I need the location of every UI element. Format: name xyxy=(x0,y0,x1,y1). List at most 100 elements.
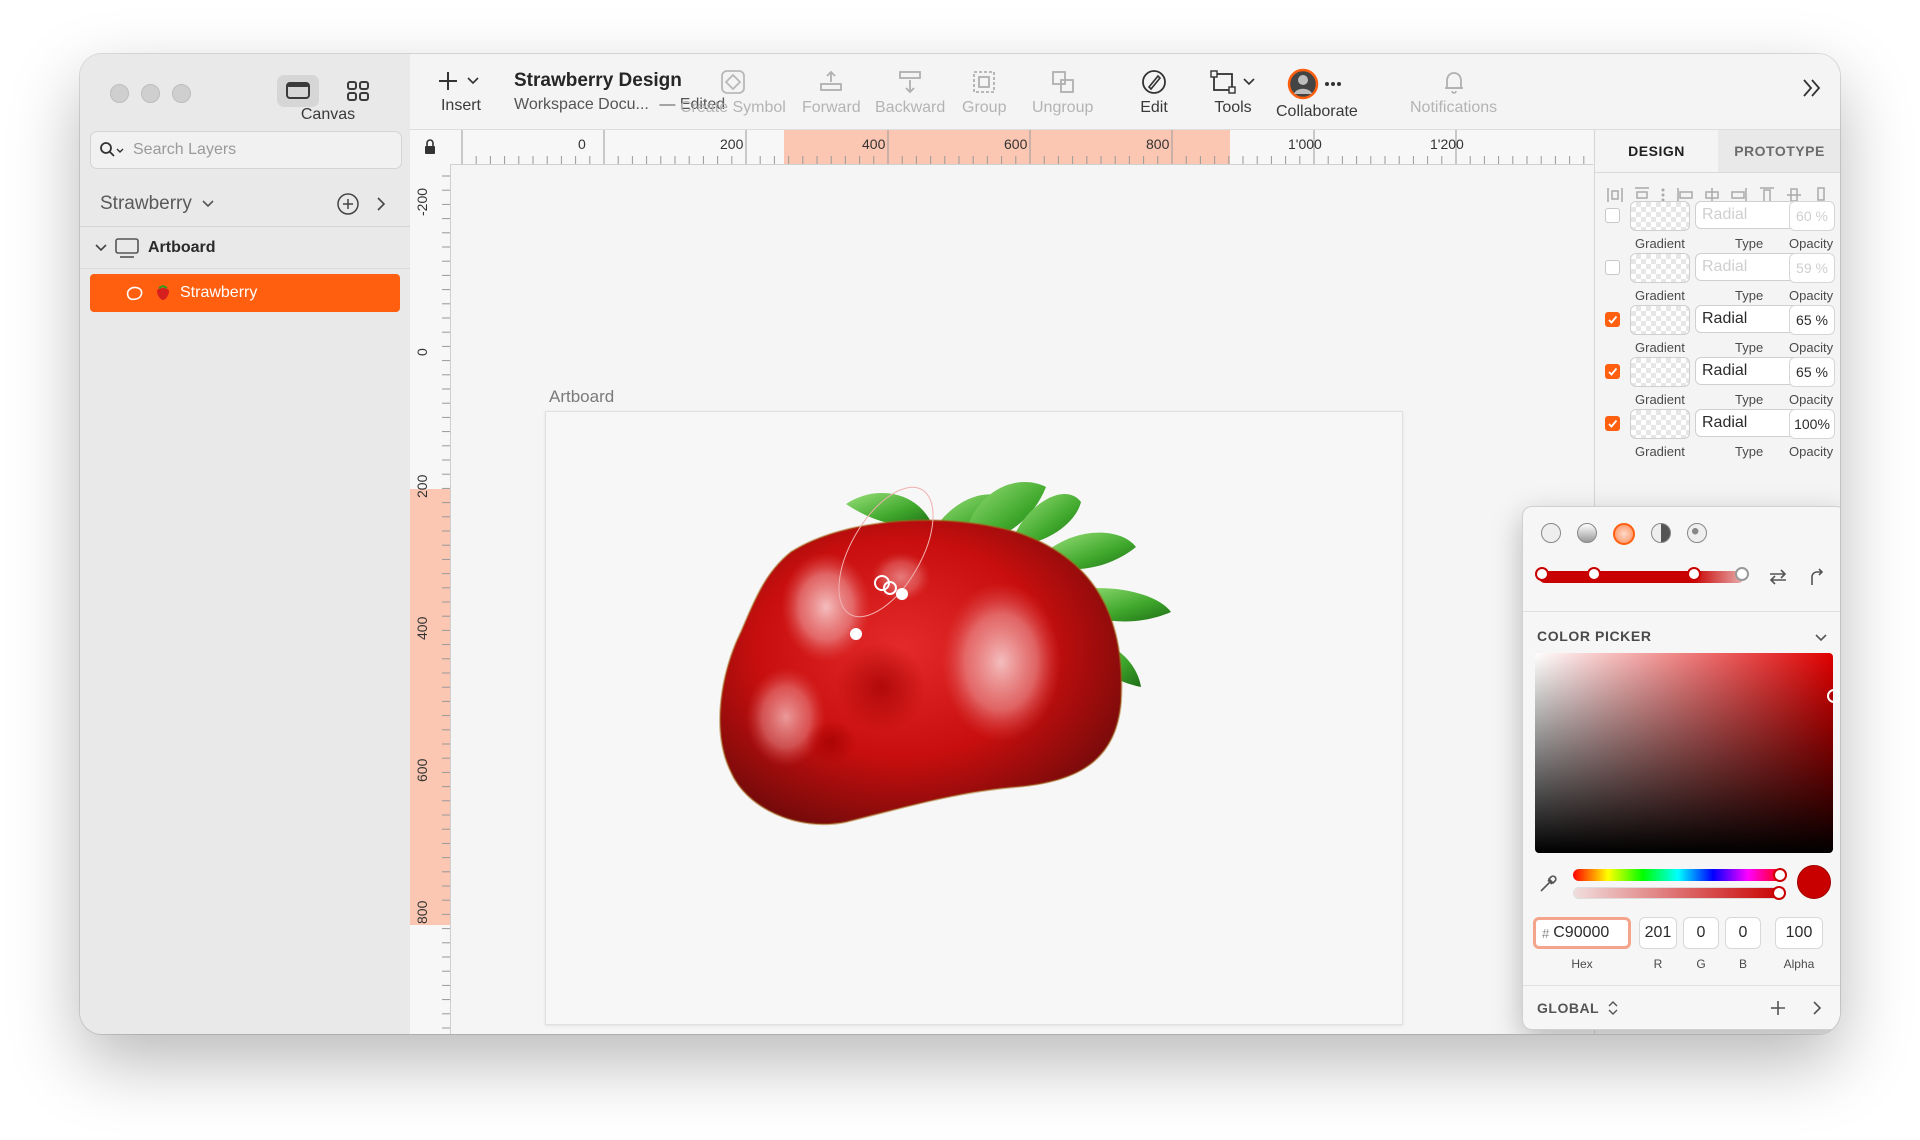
hex-input[interactable]: # C90000 xyxy=(1533,917,1631,949)
angular-gradient-icon[interactable] xyxy=(1651,523,1671,543)
alpha-input[interactable]: 100 xyxy=(1775,917,1823,949)
fill-enabled-checkbox[interactable] xyxy=(1605,312,1620,327)
artboard[interactable] xyxy=(545,411,1403,1025)
ruler-label: 800 xyxy=(1146,136,1170,152)
page-selector[interactable]: Strawberry xyxy=(80,182,410,227)
grid-icon xyxy=(347,81,369,101)
chevron-down-icon[interactable] xyxy=(1813,632,1829,644)
gradient-stop[interactable] xyxy=(1687,567,1701,581)
gradient-stop[interactable] xyxy=(1735,567,1749,581)
fill-enabled-checkbox[interactable] xyxy=(1605,208,1620,223)
strawberry-illustration[interactable] xyxy=(546,412,1402,1024)
hue-handle[interactable] xyxy=(1773,868,1787,882)
fill-opacity-input[interactable]: 65 % xyxy=(1789,305,1835,335)
gradient-handle[interactable] xyxy=(896,588,908,600)
eyedropper-icon[interactable] xyxy=(1537,873,1559,895)
chevron-right-icon[interactable] xyxy=(374,196,388,212)
vertical-ruler[interactable]: -200 0 200 400 600 800 xyxy=(410,164,451,1034)
insert-button[interactable]: Insert xyxy=(436,68,486,115)
gradient-handle[interactable] xyxy=(850,628,862,640)
gradient-swatch[interactable] xyxy=(1630,409,1690,439)
tools-button[interactable]: Tools xyxy=(1208,68,1258,117)
group-button[interactable]: Group xyxy=(962,68,1006,117)
ungroup-button[interactable]: Ungroup xyxy=(1032,68,1093,117)
insert-label: Insert xyxy=(440,97,481,114)
forward-button[interactable]: Forward xyxy=(802,68,861,117)
ruler-corner xyxy=(410,130,451,165)
add-page-icon[interactable] xyxy=(336,192,360,216)
fill-opacity-input[interactable]: 100% xyxy=(1789,409,1835,439)
fill-enabled-checkbox[interactable] xyxy=(1605,260,1620,275)
avatar-icon xyxy=(1287,68,1341,100)
backward-label: Backward xyxy=(875,99,946,116)
create-symbol-button[interactable]: Create Symbol xyxy=(680,68,786,117)
alpha-slider[interactable] xyxy=(1573,886,1786,900)
gradient-swatch[interactable] xyxy=(1630,253,1690,283)
highlight xyxy=(941,582,1061,742)
gradient-swatch[interactable] xyxy=(1630,305,1690,335)
tab-design[interactable]: DESIGN xyxy=(1595,130,1718,172)
components-view-button[interactable] xyxy=(337,75,379,107)
fill-opacity-input[interactable]: 59 % xyxy=(1789,253,1835,283)
blue-input[interactable]: 0 xyxy=(1725,917,1761,949)
add-color-icon[interactable] xyxy=(1769,999,1787,1017)
inspector-tabs: DESIGN PROTOTYPE xyxy=(1595,130,1840,173)
notifications-button[interactable]: Notifications xyxy=(1410,68,1497,117)
edit-button[interactable]: Edit xyxy=(1140,68,1168,117)
canvas-view-button[interactable] xyxy=(277,75,319,107)
search-layers-field[interactable]: Search Layers xyxy=(90,131,402,169)
ruler-label: 400 xyxy=(414,616,430,640)
gradient-stop[interactable] xyxy=(1535,567,1549,581)
up-down-chevron-icon[interactable] xyxy=(1607,1000,1619,1016)
linear-gradient-icon[interactable] xyxy=(1577,523,1597,543)
artboard-title[interactable]: Artboard xyxy=(549,387,614,407)
disclosure-chevron-icon[interactable] xyxy=(94,242,108,254)
fill-type-value: Radial xyxy=(1702,206,1748,223)
layer-strawberry-selected[interactable]: Strawberry xyxy=(90,274,400,312)
green-input[interactable]: 0 xyxy=(1683,917,1719,949)
fill-type-value: Radial xyxy=(1702,310,1748,327)
expand-toolbar-icon[interactable] xyxy=(1800,76,1824,100)
backward-button[interactable]: Backward xyxy=(875,68,945,117)
saturation-brightness-field[interactable] xyxy=(1535,653,1840,853)
chevron-right-icon[interactable] xyxy=(1811,1000,1823,1016)
group-icon xyxy=(973,71,996,93)
fill-enabled-checkbox[interactable] xyxy=(1605,364,1620,379)
solid-fill-icon[interactable] xyxy=(1541,523,1561,543)
gradient-swatch[interactable] xyxy=(1630,201,1690,231)
tab-prototype[interactable]: PROTOTYPE xyxy=(1718,130,1840,172)
alpha-handle[interactable] xyxy=(1772,886,1786,900)
close-window-button[interactable] xyxy=(110,84,129,103)
layer-artboard[interactable]: Artboard xyxy=(80,228,410,269)
fill-opacity-input[interactable]: 65 % xyxy=(1789,357,1835,387)
tools-icon xyxy=(1210,70,1255,94)
color-picker-header[interactable]: COLOR PICKER xyxy=(1523,611,1840,644)
collaborate-button[interactable]: Collaborate xyxy=(1276,68,1358,121)
swap-icon[interactable] xyxy=(1767,567,1789,587)
shape-layer-icon xyxy=(126,286,143,301)
pattern-fill-icon[interactable] xyxy=(1687,523,1707,543)
gradient-stop[interactable] xyxy=(1587,567,1601,581)
gradient-stops-bar[interactable] xyxy=(1535,567,1749,583)
lock-icon[interactable] xyxy=(423,139,437,155)
ruler-label: 0 xyxy=(414,348,430,356)
red-input[interactable]: 201 xyxy=(1639,917,1677,949)
fill-opacity-input[interactable]: 60 % xyxy=(1789,201,1835,231)
horizontal-ruler[interactable]: 0 200 400 600 800 1'000 1'200 xyxy=(450,130,1593,165)
ruler-label: 0 xyxy=(578,136,586,152)
fill-enabled-checkbox[interactable] xyxy=(1605,416,1620,431)
main-toolbar: Insert Strawberry Design Workspace Docu.… xyxy=(410,54,1840,130)
type-label: Type xyxy=(1735,444,1764,459)
rotate-icon[interactable] xyxy=(1807,567,1827,587)
design-canvas[interactable]: Artboard xyxy=(451,165,1593,1034)
pen-icon xyxy=(1142,70,1166,94)
global-colors-row[interactable]: GLOBAL xyxy=(1523,985,1840,1030)
chevron-down-icon xyxy=(202,200,214,208)
color-cursor[interactable] xyxy=(1827,689,1840,703)
gradient-swatch[interactable] xyxy=(1630,357,1690,387)
radial-gradient-icon[interactable] xyxy=(1613,523,1635,545)
hue-slider[interactable] xyxy=(1573,868,1787,882)
minimize-window-button[interactable] xyxy=(141,84,160,103)
zoom-window-button[interactable] xyxy=(172,84,191,103)
document-title[interactable]: Strawberry Design xyxy=(514,70,682,92)
